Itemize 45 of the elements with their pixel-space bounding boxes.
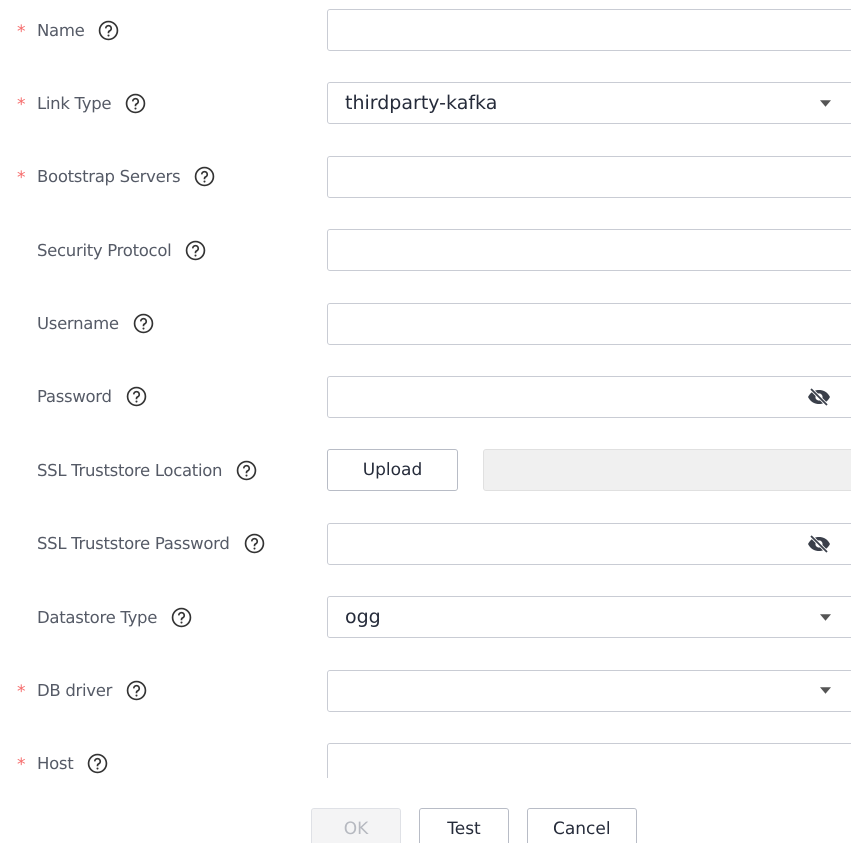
help-icon[interactable] [98, 20, 120, 40]
text-field[interactable] [327, 156, 851, 198]
help-icon[interactable] [244, 533, 264, 554]
dialog-button[interactable]: Test [419, 808, 509, 843]
caret-icon [820, 100, 831, 107]
field-label: SSL Truststore Password [37, 534, 230, 554]
help-icon[interactable] [125, 92, 146, 114]
dropdown-field[interactable]: ogg [327, 596, 851, 638]
text-field[interactable] [327, 302, 851, 345]
field-label: Security Protocol [37, 240, 172, 260]
caret-icon [820, 687, 831, 694]
field-label: Link Type [37, 94, 112, 113]
help-icon[interactable] [126, 680, 148, 702]
help-icon[interactable] [132, 313, 154, 334]
help-icon[interactable] [126, 386, 147, 408]
help-icon[interactable] [87, 753, 108, 774]
hidden-eye-icon[interactable] [807, 386, 831, 407]
help-icon[interactable] [236, 460, 258, 481]
caret-icon [820, 614, 831, 621]
text-field[interactable] [327, 229, 851, 272]
required-mark: * [17, 20, 26, 40]
field-label: Username [37, 314, 119, 334]
password-field[interactable] [327, 522, 851, 565]
field-label: Name [37, 20, 84, 40]
dropdown-field[interactable] [327, 670, 851, 712]
field-label: Password [37, 387, 112, 406]
field-label: Datastore Type [37, 608, 158, 627]
required-mark: * [17, 681, 26, 702]
hidden-eye-icon[interactable] [807, 534, 831, 554]
help-icon[interactable] [185, 240, 206, 261]
required-mark: * [17, 94, 26, 114]
password-field[interactable] [327, 376, 851, 418]
field-label: DB driver [37, 681, 112, 700]
field-label: SSL Truststore Location [37, 460, 222, 480]
text-field[interactable] [327, 742, 851, 778]
upload-button[interactable]: Upload [327, 449, 458, 492]
field-label: Bootstrap Servers [37, 167, 180, 186]
field-label: Host [37, 754, 74, 774]
help-icon[interactable] [194, 166, 216, 188]
help-icon[interactable] [171, 606, 192, 628]
dropdown-field[interactable]: thirdparty-kafka [327, 82, 851, 124]
required-mark: * [17, 754, 26, 774]
required-mark: * [17, 167, 26, 188]
dialog-button[interactable]: Cancel [527, 808, 637, 843]
text-field[interactable] [327, 9, 851, 51]
